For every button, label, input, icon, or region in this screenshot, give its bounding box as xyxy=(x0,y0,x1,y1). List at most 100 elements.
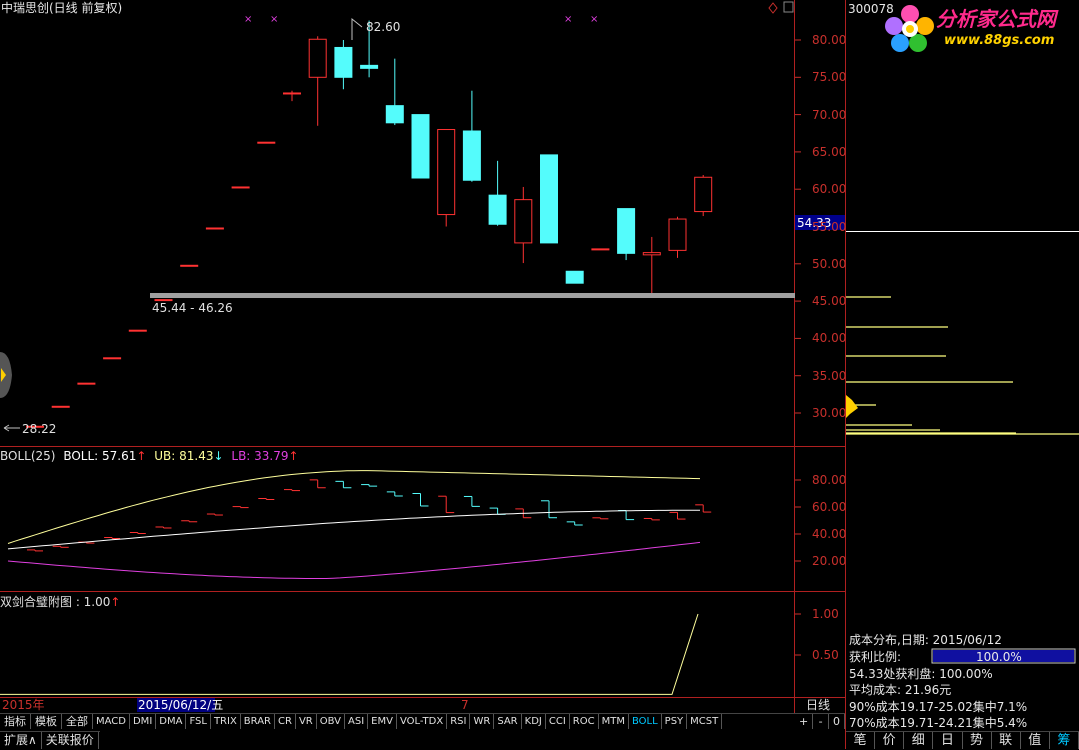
sub-indicator-series xyxy=(0,613,699,695)
tab-vr[interactable]: VR xyxy=(296,714,317,729)
boll-mini-candle xyxy=(592,517,609,520)
tab-macd[interactable]: MACD xyxy=(93,714,130,729)
avg-cost: 平均成本: 21.96元 xyxy=(849,683,952,697)
right-tab[interactable]: 势 xyxy=(963,732,992,749)
sub-indicator-line xyxy=(0,613,699,695)
window-box-icon[interactable] xyxy=(783,1,794,13)
tab-全部[interactable]: 全部 xyxy=(62,714,93,729)
boll-mini-candle xyxy=(386,491,403,497)
candle xyxy=(694,175,713,217)
sub-indicator-title: 双剑合璧附图 : 1.00↑ xyxy=(0,595,120,609)
svg-text:×: × xyxy=(244,14,252,25)
candle xyxy=(642,236,661,297)
boll-mini-candle xyxy=(669,511,686,520)
candle xyxy=(514,186,533,264)
boll-mini-candle xyxy=(181,520,198,523)
period-label[interactable]: 日线 xyxy=(806,698,830,712)
up-arrow-icon: ↑ xyxy=(110,595,121,609)
zoom-controls: + -0 xyxy=(795,713,845,730)
zoom-button[interactable]: - xyxy=(813,714,829,729)
tab-emv[interactable]: EMV xyxy=(368,714,397,729)
tab-obv[interactable]: OBV xyxy=(317,714,345,729)
sub-indicator-name: 双剑合璧附图 : 1.00 xyxy=(0,595,111,609)
bottom-button[interactable]: 关联报价 xyxy=(42,732,99,749)
candle xyxy=(565,270,584,284)
zoom-button[interactable]: 0 xyxy=(829,714,845,729)
cost-title: 成本分布,日期: 2015/06/12 xyxy=(849,633,1002,647)
bottom-button[interactable]: 扩展∧ xyxy=(0,732,42,749)
candle xyxy=(257,141,276,144)
month-marker: 7 xyxy=(461,698,469,712)
date-label: 2015/06/12/五 xyxy=(138,698,224,712)
candle xyxy=(51,405,70,408)
candlestick-series xyxy=(26,20,713,428)
tab-rsi[interactable]: RSI xyxy=(447,714,471,729)
boll-lower-band xyxy=(7,541,701,579)
candle xyxy=(180,264,199,267)
y-tick-label: 60.00 xyxy=(812,182,847,197)
tab-sar[interactable]: SAR xyxy=(494,714,522,729)
candle xyxy=(283,90,301,102)
candle xyxy=(591,248,610,251)
high-price-label: 82.60 xyxy=(366,20,401,34)
boll-mini-candle xyxy=(335,480,352,489)
tab-cci[interactable]: CCI xyxy=(546,714,570,729)
right-tab[interactable]: 价 xyxy=(875,732,905,749)
svg-text:×: × xyxy=(564,14,572,25)
boll-mini-candle xyxy=(463,495,480,507)
down-arrow-icon: ↓ xyxy=(213,449,224,463)
tab-mcst[interactable]: MCST xyxy=(687,714,723,729)
boll-title: BOLL(25) BOLL: 57.61↑ UB: 81.43↓ LB: 33.… xyxy=(0,449,299,463)
tab-dma[interactable]: DMA xyxy=(156,714,187,729)
right-tab[interactable]: 联 xyxy=(992,732,1021,749)
tab-模板[interactable]: 模板 xyxy=(31,714,62,729)
stock-chart-window: × × × × 中瑞思创(日线 前复权) 300078 分析家公式网 www.8… xyxy=(0,0,1079,749)
cost-70: 70%成本19.71-24.21集中5.4% xyxy=(849,716,1028,730)
right-tab[interactable]: 值 xyxy=(1021,732,1050,749)
zoom-button[interactable]: + xyxy=(795,714,814,729)
tab-asi[interactable]: ASI xyxy=(345,714,369,729)
tab-dmi[interactable]: DMI xyxy=(130,714,157,729)
y-tick-label: 40.00 xyxy=(812,331,847,346)
tab-cr[interactable]: CR xyxy=(275,714,296,729)
tab-brar[interactable]: BRAR xyxy=(241,714,275,729)
candle xyxy=(385,58,404,126)
candle xyxy=(488,160,507,226)
tab-roc[interactable]: ROC xyxy=(570,714,599,729)
right-tab[interactable]: 筹 xyxy=(1050,732,1079,749)
right-panel-tabs: 笔价细日势联值筹 xyxy=(846,731,1079,750)
candle xyxy=(205,227,224,230)
candle xyxy=(103,357,122,360)
tab-boll[interactable]: BOLL xyxy=(629,714,662,729)
high-pointer-icon xyxy=(351,17,363,40)
tab-kdj[interactable]: KDJ xyxy=(522,714,546,729)
candle xyxy=(231,186,250,189)
support-band xyxy=(150,293,795,298)
right-tab[interactable]: 日 xyxy=(933,732,963,749)
boll-mini-candle xyxy=(412,493,429,507)
tab-psy[interactable]: PSY xyxy=(662,714,688,729)
tab-trix[interactable]: TRIX xyxy=(211,714,241,729)
signal-markers: × × × × xyxy=(244,14,598,25)
ub-value: UB: 81.43 xyxy=(154,449,214,463)
right-tab[interactable]: 细 xyxy=(904,732,934,749)
tab-指标[interactable]: 指标 xyxy=(0,714,31,729)
y-tick-label: 55.00 xyxy=(812,219,847,234)
tab-mtm[interactable]: MTM xyxy=(599,714,629,729)
right-tab[interactable]: 笔 xyxy=(846,732,876,749)
stock-title: 中瑞思创(日线 前复权) xyxy=(1,1,123,15)
candle xyxy=(437,129,456,227)
candle xyxy=(462,90,481,182)
bottom-toolbar: 扩展∧ 关联报价 xyxy=(0,731,100,750)
boll-mini-candle xyxy=(206,513,223,516)
boll-mini-candle xyxy=(695,504,712,513)
tab-wr[interactable]: WR xyxy=(470,714,495,729)
tab-fsl[interactable]: FSL xyxy=(186,714,211,729)
low-price-label: 28.22 xyxy=(22,422,57,436)
y-tick-label: 50.00 xyxy=(812,256,847,271)
profit-ratio-value: 100.0% xyxy=(976,650,1022,664)
support-range-label: 45.44 - 46.26 xyxy=(152,301,233,315)
tab-vol-tdx[interactable]: VOL-TDX xyxy=(397,714,448,729)
cost-distribution-bars xyxy=(846,296,1079,435)
boll-mini-candle xyxy=(489,507,506,515)
